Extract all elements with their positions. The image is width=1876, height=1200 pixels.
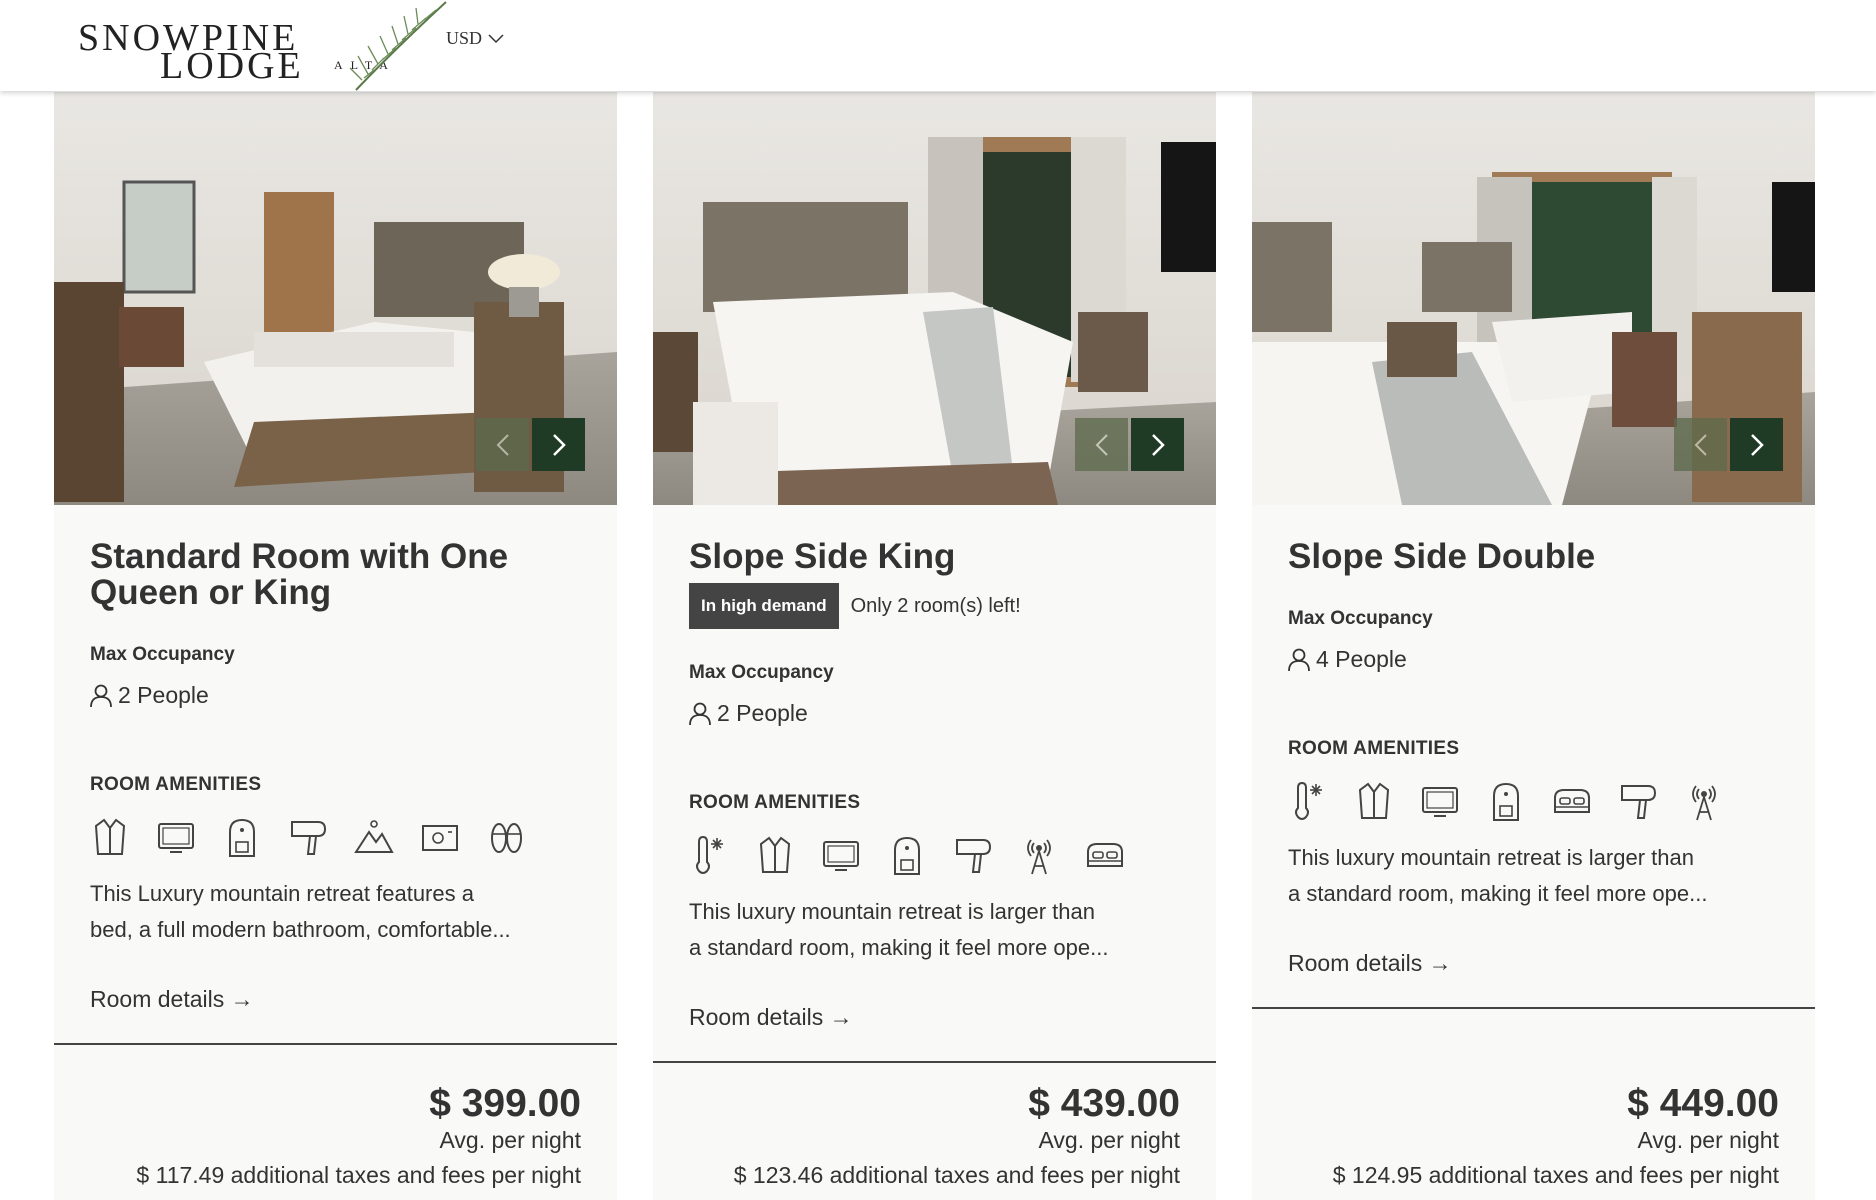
taxes-note: $ 123.46 additional taxes and fees per n… xyxy=(733,1162,1180,1188)
card-divider xyxy=(1252,1007,1815,1009)
air-conditioning-icon xyxy=(1288,780,1328,822)
high-demand-row: In high demand Only 2 room(s) left! xyxy=(689,583,1021,629)
hair-dryer-icon xyxy=(288,816,328,858)
tv-icon xyxy=(1420,780,1460,822)
description-line: a standard room, making it feel more ope… xyxy=(689,935,1109,960)
safe-icon xyxy=(420,816,460,858)
chevron-left-icon xyxy=(496,433,509,456)
amenities-icons xyxy=(1288,780,1724,822)
room-photo xyxy=(54,92,617,505)
room-card-slope-side-double: Slope Side Double Max Occupancy 4 People… xyxy=(1252,92,1815,1200)
carousel-prev-button[interactable] xyxy=(476,418,529,471)
amenities-icons xyxy=(90,816,526,858)
taxes-note: $ 124.95 additional taxes and fees per n… xyxy=(1332,1162,1779,1188)
robe-icon xyxy=(1354,780,1394,822)
coffee-maker-icon xyxy=(1486,780,1526,822)
mountain-view-icon xyxy=(354,816,394,858)
chevron-down-icon xyxy=(488,33,504,43)
coffee-maker-icon xyxy=(887,834,927,876)
amenities-label: ROOM AMENITIES xyxy=(689,792,861,813)
bed-icon xyxy=(1552,780,1592,822)
room-title: Slope Side King xyxy=(689,537,956,576)
max-occupancy-label: Max Occupancy xyxy=(689,662,834,683)
room-description: This Luxury mountain retreat features a … xyxy=(90,876,590,948)
room-details-link[interactable]: Room details → xyxy=(90,986,254,1013)
price-note: Avg. per night xyxy=(1038,1127,1180,1153)
occupancy-value: 4 People xyxy=(1288,646,1407,673)
card-divider xyxy=(54,1043,617,1045)
room-description: This luxury mountain retreat is larger t… xyxy=(689,894,1189,966)
chevron-left-icon xyxy=(1095,433,1108,456)
room-card-slope-side-king: Slope Side King In high demand Only 2 ro… xyxy=(653,92,1216,1200)
rooms-left-text: Only 2 room(s) left! xyxy=(850,594,1021,617)
room-photo xyxy=(1252,92,1815,505)
currency-label: USD xyxy=(446,28,483,48)
carousel-next-button[interactable] xyxy=(1131,418,1184,471)
carousel-prev-button[interactable] xyxy=(1674,418,1727,471)
hair-dryer-icon xyxy=(953,834,993,876)
occupancy-text: 2 People xyxy=(717,700,808,726)
room-card-standard: Standard Room with One Queen or King Max… xyxy=(54,92,617,1200)
description-line: This luxury mountain retreat is larger t… xyxy=(689,899,1095,924)
person-icon xyxy=(1288,648,1310,671)
max-occupancy-label: Max Occupancy xyxy=(90,644,235,665)
robe-icon xyxy=(755,834,795,876)
carousel-prev-button[interactable] xyxy=(1075,418,1128,471)
pine-branch-icon xyxy=(349,1,447,91)
currency-selector[interactable]: USD xyxy=(446,28,504,49)
chevron-right-icon xyxy=(1750,433,1764,456)
slippers-icon xyxy=(486,816,526,858)
chevron-right-icon xyxy=(552,433,566,456)
bed-icon xyxy=(1085,834,1125,876)
wifi-tower-icon xyxy=(1019,834,1059,876)
chevron-right-icon xyxy=(1151,433,1165,456)
snowpine-logo[interactable]: SNOWPINE LODGE ALTA xyxy=(76,0,447,91)
person-icon xyxy=(689,702,711,725)
card-divider xyxy=(653,1061,1216,1063)
description-line: This luxury mountain retreat is larger t… xyxy=(1288,845,1694,870)
occupancy-value: 2 People xyxy=(90,682,209,709)
wifi-tower-icon xyxy=(1684,780,1724,822)
room-price: $ 439.00 xyxy=(1028,1082,1180,1125)
price-note: Avg. per night xyxy=(1637,1127,1779,1153)
tv-icon xyxy=(156,816,196,858)
air-conditioning-icon xyxy=(689,834,729,876)
taxes-note: $ 117.49 additional taxes and fees per n… xyxy=(136,1162,581,1188)
occupancy-text: 2 People xyxy=(118,682,209,708)
room-title: Standard Room with One Queen or King xyxy=(90,537,509,612)
amenities-label: ROOM AMENITIES xyxy=(1288,738,1460,759)
description-line: a standard room, making it feel more ope… xyxy=(1288,881,1708,906)
carousel-next-button[interactable] xyxy=(1730,418,1783,471)
amenities-label: ROOM AMENITIES xyxy=(90,774,262,795)
coffee-maker-icon xyxy=(222,816,262,858)
room-title: Slope Side Double xyxy=(1288,537,1596,576)
robe-icon xyxy=(90,816,130,858)
occupancy-text: 4 People xyxy=(1316,646,1407,672)
room-description: This luxury mountain retreat is larger t… xyxy=(1288,840,1788,912)
room-price: $ 449.00 xyxy=(1627,1082,1779,1125)
tv-icon xyxy=(821,834,861,876)
room-photo xyxy=(653,92,1216,505)
room-details-link[interactable]: Room details → xyxy=(1288,950,1452,977)
room-price: $ 399.00 xyxy=(429,1082,581,1125)
description-line: This Luxury mountain retreat features a xyxy=(90,881,474,906)
person-icon xyxy=(90,684,112,707)
room-details-link[interactable]: Room details → xyxy=(689,1004,853,1031)
amenities-icons xyxy=(689,834,1125,876)
site-header: SNOWPINE LODGE ALTA USD xyxy=(0,0,1876,91)
price-note: Avg. per night xyxy=(439,1127,581,1153)
description-line: bed, a full modern bathroom, comfortable… xyxy=(90,917,511,942)
chevron-left-icon xyxy=(1694,433,1707,456)
max-occupancy-label: Max Occupancy xyxy=(1288,608,1433,629)
occupancy-value: 2 People xyxy=(689,700,808,727)
hair-dryer-icon xyxy=(1618,780,1658,822)
high-demand-badge: In high demand xyxy=(689,583,839,629)
carousel-next-button[interactable] xyxy=(532,418,585,471)
